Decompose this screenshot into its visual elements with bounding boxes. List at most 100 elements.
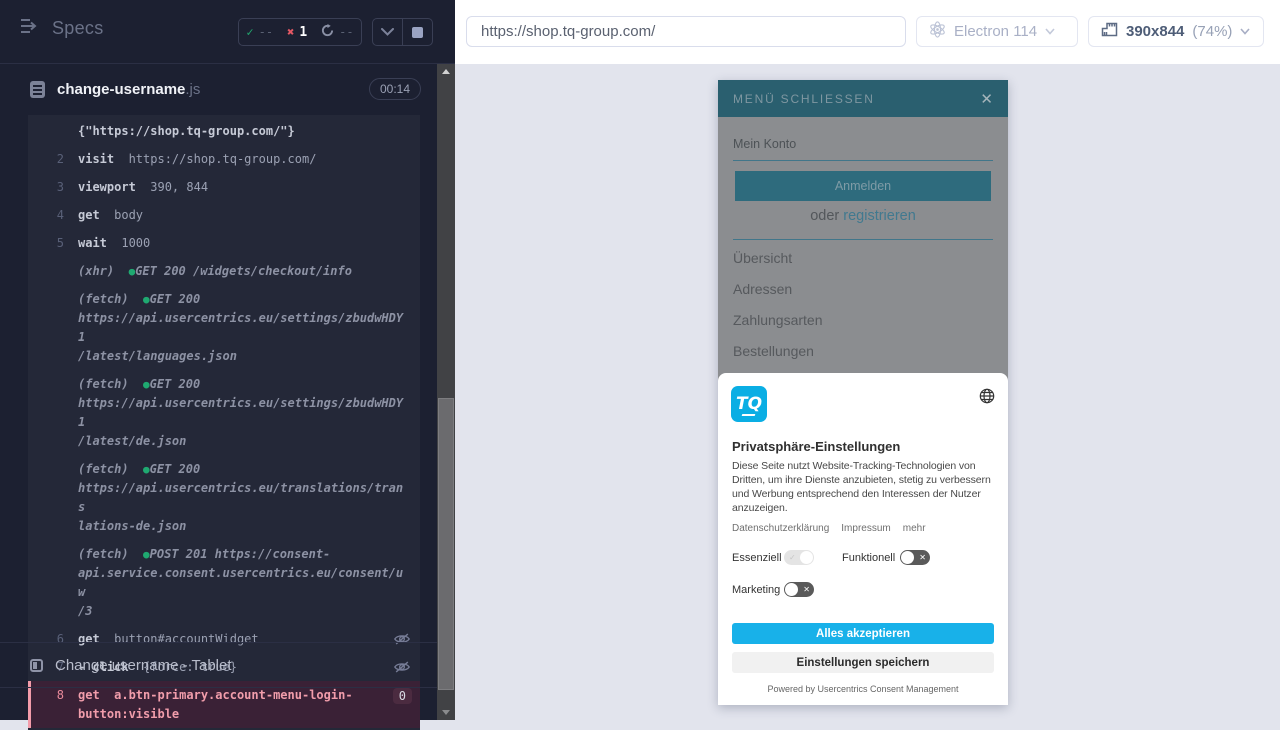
- passed-count: --: [259, 25, 273, 39]
- account-menu-item[interactable]: Übersicht: [733, 250, 993, 281]
- viewport-size-select[interactable]: 390x844 (74%): [1088, 16, 1264, 47]
- command-number: [28, 262, 78, 281]
- reporter-scrollbar[interactable]: [437, 64, 455, 720]
- specs-list-icon: [20, 18, 40, 39]
- command-row[interactable]: 5wait 1000: [28, 229, 420, 257]
- account-menu-item[interactable]: Adressen: [733, 281, 993, 312]
- consent-link[interactable]: mehr: [903, 523, 926, 534]
- network-log-row[interactable]: (fetch) ●GET 200 https://api.usercentric…: [28, 370, 420, 455]
- viewport-size: 390x844: [1126, 23, 1184, 40]
- command-text: {"https://shop.tq-group.com/"}: [78, 122, 408, 141]
- mobile-menu-header: MENÜ SCHLIESSEN ✕: [718, 80, 1008, 117]
- toggle-label: Essenziell: [732, 552, 784, 564]
- toggle-label: Marketing: [732, 584, 784, 596]
- command-row[interactable]: 8get a.btn-primary.account-menu-login- b…: [28, 681, 420, 728]
- consent-toggle-row: Marketing✕: [732, 582, 814, 597]
- command-text: (xhr) ●GET 200 /widgets/checkout/info: [78, 262, 408, 281]
- browser-select[interactable]: Electron 114: [916, 16, 1078, 47]
- menu-close-label[interactable]: MENÜ SCHLIESSEN: [733, 92, 875, 106]
- command-text: get a.btn-primary.account-menu-login- bu…: [78, 686, 408, 724]
- test-stats: ✓ -- ✖ 1 --: [238, 18, 362, 46]
- passed-icon: ✓: [246, 25, 253, 39]
- status-dot-icon: ●: [143, 548, 150, 561]
- consent-toggle-off[interactable]: ✕: [900, 550, 930, 565]
- electron-icon: [929, 21, 946, 42]
- failed-count: 1: [299, 25, 307, 40]
- specs-title: Specs: [52, 18, 104, 39]
- command-row[interactable]: 4get body: [28, 201, 420, 229]
- browser-name: Electron 114: [954, 23, 1037, 40]
- pending-icon: [321, 24, 334, 40]
- pending-count: --: [339, 25, 353, 39]
- scroll-down-button[interactable]: [437, 705, 455, 720]
- collapse-button[interactable]: [373, 19, 402, 45]
- divider: [733, 160, 993, 161]
- consent-toggle-off[interactable]: ✕: [784, 582, 814, 597]
- ruler-icon: [1101, 22, 1118, 41]
- command-text: get body: [78, 206, 408, 225]
- chevron-down-icon: [1045, 28, 1055, 35]
- network-log-row[interactable]: (fetch) ●GET 200 https://api.usercentric…: [28, 455, 420, 540]
- stop-icon: [412, 27, 423, 38]
- scroll-up-button[interactable]: [437, 64, 455, 79]
- command-number: [28, 290, 78, 366]
- save-settings-button[interactable]: Einstellungen speichern: [732, 652, 994, 673]
- command-number: 3: [28, 178, 78, 197]
- command-row[interactable]: 2visit https://shop.tq-group.com/: [28, 145, 420, 173]
- command-text: viewport 390, 844: [78, 178, 408, 197]
- consent-description: Diese Seite nutzt Website-Tracking-Techn…: [732, 460, 996, 515]
- command-number: 5: [28, 234, 78, 253]
- accept-all-button[interactable]: Alles akzeptieren: [732, 623, 994, 644]
- network-log-row[interactable]: (xhr) ●GET 200 /widgets/checkout/info: [28, 257, 420, 285]
- toggle-label: Funktionell: [842, 552, 900, 564]
- stop-button[interactable]: [403, 19, 432, 45]
- divider: [733, 239, 993, 240]
- account-menu-item[interactable]: Bestellungen: [733, 343, 993, 374]
- command-row[interactable]: 3viewport 390, 844: [28, 173, 420, 201]
- command-number: 2: [28, 150, 78, 169]
- command-number: [28, 375, 78, 451]
- cookie-consent-dialog: TQ Privatsphäre-Einstellungen Diese Seit…: [718, 373, 1008, 705]
- url-input[interactable]: [466, 16, 906, 47]
- consent-title: Privatsphäre-Einstellungen: [732, 439, 900, 454]
- app-under-test-viewport: MENÜ SCHLIESSEN ✕ Mein Konto Anmelden od…: [718, 80, 1008, 705]
- consent-link[interactable]: Impressum: [841, 523, 890, 534]
- login-button[interactable]: Anmelden: [735, 171, 991, 201]
- command-row[interactable]: {"https://shop.tq-group.com/"}: [28, 117, 420, 145]
- close-icon[interactable]: ✕: [980, 90, 993, 108]
- spec-duration-badge: 00:14: [369, 78, 421, 100]
- command-number: 4: [28, 206, 78, 225]
- status-dot-icon: ●: [143, 293, 150, 306]
- specs-menu-button[interactable]: Specs: [20, 18, 104, 39]
- command-text: (fetch) ●GET 200 https://api.usercentric…: [78, 290, 408, 366]
- reporter-header: Specs ✓ -- ✖ 1 --: [0, 0, 455, 64]
- spec-file-row[interactable]: change-username.js 00:14: [0, 64, 437, 114]
- consent-toggle-row: Essenziell✓ Funktionell✕: [732, 550, 930, 565]
- command-text: (fetch) ●GET 200 https://api.usercentric…: [78, 460, 408, 536]
- test-runner-reporter: Specs ✓ -- ✖ 1 -- change-username.js: [0, 0, 455, 720]
- browser-url-bar: Electron 114 390x844 (74%): [455, 0, 1280, 64]
- account-menu-item[interactable]: Zahlungsarten: [733, 312, 993, 343]
- consent-link[interactable]: Datenschutzerklärung: [732, 523, 829, 534]
- consent-toggle-on[interactable]: ✓: [784, 550, 814, 565]
- register-link[interactable]: registrieren: [843, 208, 916, 224]
- run-controls: [372, 18, 433, 46]
- spec-file-name: change-username.js: [57, 81, 200, 98]
- scrollbar-thumb[interactable]: [438, 398, 454, 690]
- network-log-row[interactable]: (fetch) ●POST 201 https://consent- api.s…: [28, 540, 420, 625]
- command-number: [28, 460, 78, 536]
- command-number: [28, 545, 78, 621]
- network-log-row[interactable]: (fetch) ●GET 200 https://api.usercentric…: [28, 285, 420, 370]
- language-globe-icon[interactable]: [979, 388, 995, 409]
- test-title-row[interactable]: Change username - Tablet: [0, 642, 437, 688]
- command-text: (fetch) ●GET 200 https://api.usercentric…: [78, 375, 408, 451]
- test-title: Change username - Tablet: [55, 657, 232, 674]
- spec-file-icon: [30, 81, 45, 98]
- powered-by-label: Powered by Usercentrics Consent Manageme…: [718, 684, 1008, 694]
- account-section-label: Mein Konto: [733, 137, 796, 151]
- command-number: 8: [31, 686, 78, 724]
- viewport-zoom: (74%): [1192, 23, 1232, 40]
- consent-links: Datenschutzerklärung Impressum mehr: [732, 523, 926, 534]
- command-text: wait 1000: [78, 234, 408, 253]
- failed-icon: ✖: [287, 25, 294, 39]
